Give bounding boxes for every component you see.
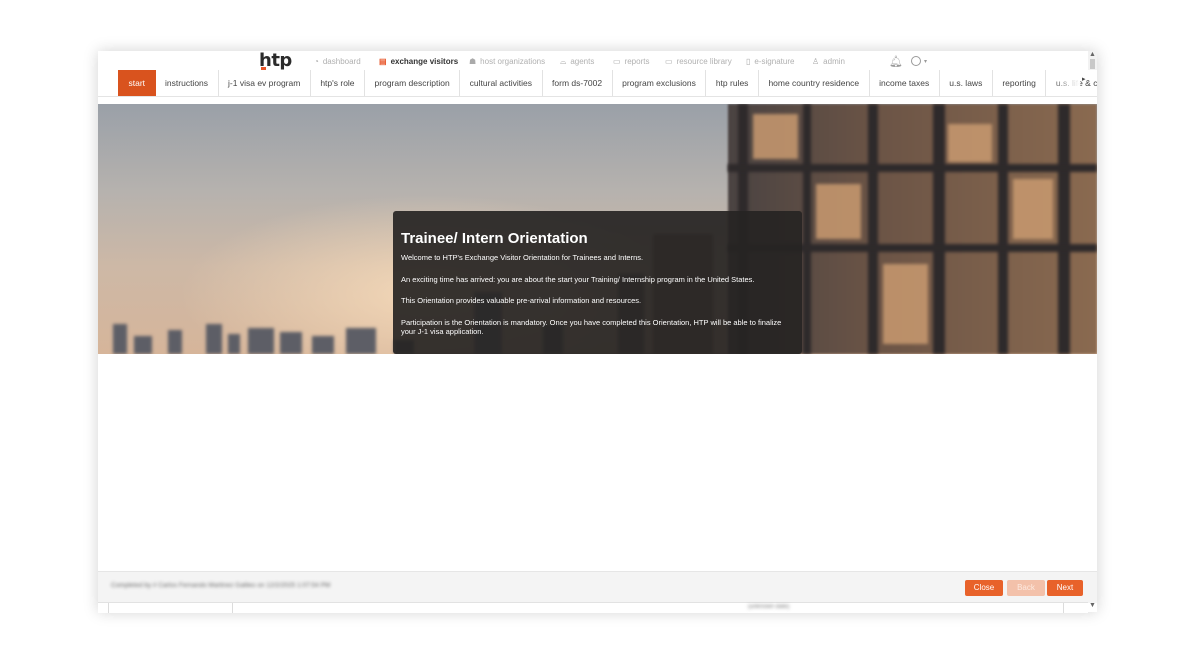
nav-exchange-visitors-label: exchange visitors bbox=[390, 57, 459, 66]
tab-reporting[interactable]: reporting bbox=[993, 70, 1047, 96]
window-pane bbox=[753, 114, 798, 159]
id-card-icon: ▤ bbox=[379, 57, 387, 66]
nav-agents-label: agents bbox=[570, 57, 595, 66]
skyline-building bbox=[312, 336, 334, 354]
orientation-tabbar: start instructions j-1 visa ev program h… bbox=[98, 70, 1097, 97]
status-divider bbox=[232, 603, 233, 613]
nav-reports-label: reports bbox=[624, 57, 650, 66]
tab-scroll-right-icon[interactable]: ▸ bbox=[1082, 75, 1086, 83]
notification-bell-icon[interactable]: 🔔︎ bbox=[889, 55, 903, 68]
window-pane bbox=[816, 184, 861, 239]
tab-program-description[interactable]: program description bbox=[365, 70, 461, 96]
tab-program-exclusions[interactable]: program exclusions bbox=[613, 70, 707, 96]
window-frame bbox=[868, 104, 878, 354]
nav-resource-library[interactable]: ▭ resource library bbox=[665, 56, 732, 68]
status-bar: (unknown date) bbox=[98, 602, 1088, 613]
nav-dashboard[interactable]: ◔ dashboard bbox=[314, 56, 361, 68]
skyline-building bbox=[168, 330, 182, 354]
nav-resource-library-label: resource library bbox=[676, 57, 732, 66]
tab-cultural-activities[interactable]: cultural activities bbox=[460, 70, 543, 96]
window-pane bbox=[883, 264, 928, 344]
tab-form-ds-7002[interactable]: form ds-7002 bbox=[543, 70, 613, 96]
skyline-building bbox=[248, 328, 274, 354]
window-frame bbox=[803, 104, 811, 354]
app-window: htp ◔ dashboard ▤ exchange visitors ☗ host … bbox=[98, 51, 1097, 613]
chevron-down-icon[interactable]: ▾ bbox=[924, 58, 927, 65]
status-divider bbox=[1063, 603, 1064, 613]
nav-e-signature[interactable]: ▯ e-signature bbox=[746, 56, 794, 68]
orientation-intro-card: Trainee/ Intern Orientation Welcome to H… bbox=[393, 211, 802, 354]
tab-htps-role[interactable]: htp's role bbox=[311, 70, 366, 96]
intro-paragraph: Welcome to HTP's Exchange Visitor Orient… bbox=[401, 253, 644, 262]
document-icon: ▯ bbox=[746, 57, 751, 66]
nav-exchange-visitors[interactable]: ▤ exchange visitors bbox=[379, 56, 458, 68]
window-frame bbox=[728, 164, 1097, 172]
window-frame bbox=[933, 104, 945, 354]
window-pane bbox=[948, 124, 992, 162]
chevron-up-icon: ▲ bbox=[1089, 51, 1096, 58]
next-button[interactable]: Next bbox=[1047, 580, 1083, 596]
nav-admin-label: admin bbox=[823, 57, 845, 66]
scrollbar-down-button[interactable]: ▼ bbox=[1088, 602, 1097, 612]
skyline-building bbox=[346, 328, 376, 354]
nav-agents[interactable]: ⌓ agents bbox=[560, 56, 594, 68]
window-frame bbox=[998, 104, 1008, 354]
users-icon: ☗ bbox=[469, 57, 477, 66]
nav-host-organizations[interactable]: ☗ host organizations bbox=[469, 56, 545, 68]
intro-paragraph: An exciting time has arrived: you are ab… bbox=[401, 274, 755, 284]
tab-start[interactable]: start bbox=[118, 70, 156, 96]
nav-e-signature-label: e-signature bbox=[754, 57, 795, 66]
close-button[interactable]: Close bbox=[965, 580, 1003, 596]
skyline-building bbox=[113, 324, 127, 354]
scrollbar-thumb[interactable] bbox=[1090, 59, 1095, 69]
nav-admin[interactable]: ♙ admin bbox=[812, 56, 845, 68]
orientation-tabs: start instructions j-1 visa ev program h… bbox=[118, 70, 1097, 96]
skyline-building bbox=[280, 332, 302, 354]
back-button[interactable]: Back bbox=[1007, 580, 1045, 596]
handshake-icon: ⌓ bbox=[560, 57, 567, 66]
nav-reports[interactable]: ▭ reports bbox=[613, 56, 649, 68]
footer-bar: Completed by # Carlos Fernando Martinez … bbox=[98, 571, 1097, 603]
top-navigation: htp ◔ dashboard ▤ exchange visitors ☗ host … bbox=[98, 51, 1088, 71]
tab-us-laws[interactable]: u.s. laws bbox=[940, 70, 993, 96]
user-icon: ♙ bbox=[812, 57, 820, 66]
completed-by-text: Completed by # Carlos Fernando Martinez … bbox=[111, 582, 331, 589]
skyline-building bbox=[134, 336, 152, 354]
tab-htp-rules[interactable]: htp rules bbox=[706, 70, 759, 96]
nav-dashboard-label: dashboard bbox=[322, 57, 361, 66]
tab-home-country-residence[interactable]: home country residence bbox=[759, 70, 870, 96]
orientation-title: Trainee/ Intern Orientation bbox=[401, 230, 588, 247]
tabbar-fade bbox=[1050, 70, 1080, 96]
dashboard-icon: ◔ bbox=[314, 57, 319, 66]
skyline-building bbox=[228, 334, 240, 354]
intro-paragraph: This Orientation provides valuable pre-a… bbox=[401, 296, 642, 305]
skyline-building bbox=[206, 324, 222, 354]
tab-income-taxes[interactable]: income taxes bbox=[870, 70, 940, 96]
print-icon: ▭ bbox=[613, 57, 621, 66]
chevron-down-icon: ▼ bbox=[1089, 602, 1096, 609]
intro-paragraph: Participation is the Orientation is mand… bbox=[401, 317, 782, 337]
hero-city-image: Trainee/ Intern Orientation Welcome to H… bbox=[98, 104, 1097, 354]
monitor-icon: ▭ bbox=[665, 57, 673, 66]
status-divider bbox=[108, 603, 109, 613]
tab-instructions[interactable]: instructions bbox=[156, 70, 219, 96]
window-pane bbox=[1013, 179, 1053, 239]
user-avatar-icon[interactable] bbox=[911, 56, 921, 66]
tab-j1-visa-ev-program[interactable]: j-1 visa ev program bbox=[219, 70, 311, 96]
status-text: (unknown date) bbox=[748, 604, 790, 610]
window-frame bbox=[1058, 104, 1070, 354]
nav-host-organizations-label: host organizations bbox=[480, 57, 546, 66]
